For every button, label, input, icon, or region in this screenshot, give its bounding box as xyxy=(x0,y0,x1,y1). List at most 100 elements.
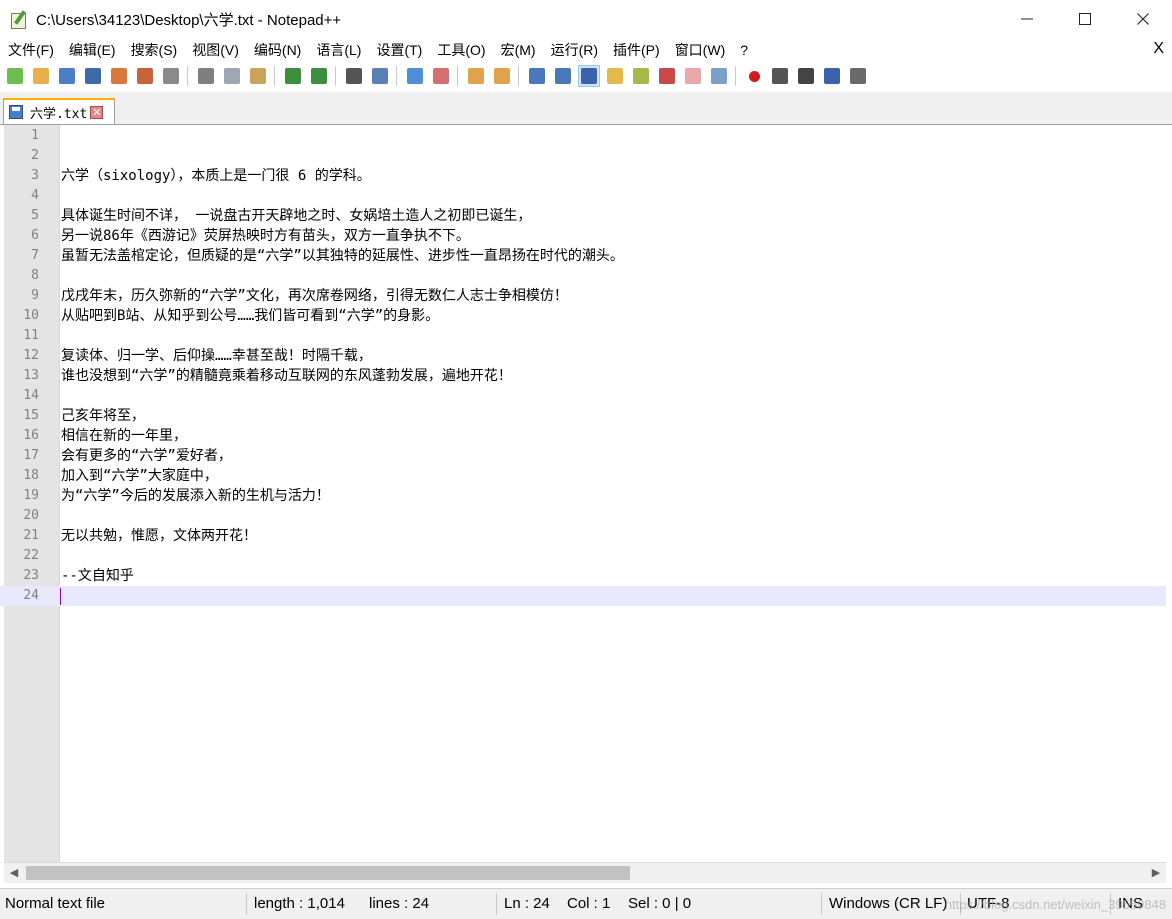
editor-line[interactable]: 9 戊戌年末，历久弥新的“六学”文化，再次席卷网络，引得无数仁人志士争相模仿！ xyxy=(0,286,1166,306)
editor-line[interactable]: 17 会有更多的“六学”爱好者， xyxy=(0,446,1166,466)
menu-language[interactable]: 语言(L) xyxy=(308,40,368,60)
menu-file[interactable]: 文件(F) xyxy=(0,40,61,60)
copy-button[interactable] xyxy=(221,65,243,87)
cut-button[interactable] xyxy=(195,65,217,87)
editor-line[interactable]: 14 xyxy=(0,386,1166,406)
editor-line[interactable]: 7 虽暂无法盖棺定论，但质疑的是“六学”以其独特的延展性、进步性一直昂扬在时代的潮… xyxy=(0,246,1166,266)
new-file-button[interactable] xyxy=(4,65,26,87)
show-all-chars-button[interactable] xyxy=(552,65,574,87)
sync-horizontal-icon xyxy=(494,68,510,84)
menu-run[interactable]: 运行(R) xyxy=(543,40,605,60)
editor-line[interactable]: 10 从贴吧到B站、从知乎到公号……我们皆可看到“六学”的身影。 xyxy=(0,306,1166,326)
editor-line[interactable]: 12 复读体、归一学、后仰操……幸甚至哉！时隔千载， xyxy=(0,346,1166,366)
tab-close-button[interactable]: ✕ xyxy=(90,105,104,119)
menu-search[interactable]: 搜索(S) xyxy=(123,40,185,60)
toolbar-separator xyxy=(274,66,275,86)
user-define-language-button[interactable] xyxy=(604,65,626,87)
toolbar-separator xyxy=(187,66,188,86)
record-macro-button[interactable] xyxy=(743,65,765,87)
maximize-button[interactable] xyxy=(1056,0,1114,38)
find-button[interactable] xyxy=(343,65,365,87)
editor-line[interactable]: 24 xyxy=(0,586,1166,606)
run-macro-multiple-icon xyxy=(824,68,840,84)
menu-help[interactable]: ? xyxy=(732,42,755,58)
document-map-icon xyxy=(633,68,649,84)
replace-button[interactable] xyxy=(369,65,391,87)
editor-line[interactable]: 5 具体诞生时间不详， 一说盘古开天辟地之时、女娲培土造人之初即已诞生， xyxy=(0,206,1166,226)
editor-area[interactable]: 1 2 3 六学（sixology），本质上是一门很 6 的学科。 4 5 具体诞生时间不详… xyxy=(0,125,1172,862)
paste-button[interactable] xyxy=(247,65,269,87)
scroll-right-icon[interactable]: ▶ xyxy=(1148,866,1164,880)
function-list-icon xyxy=(659,68,675,84)
save-macro-button[interactable] xyxy=(847,65,869,87)
sync-vertical-button[interactable] xyxy=(465,65,487,87)
editor-line[interactable]: 3 六学（sixology），本质上是一门很 6 的学科。 xyxy=(0,166,1166,186)
save-button[interactable] xyxy=(56,65,78,87)
print-button[interactable] xyxy=(160,65,182,87)
line-number: 22 xyxy=(23,548,39,563)
status-divider xyxy=(496,893,497,915)
sync-horizontal-button[interactable] xyxy=(491,65,513,87)
editor-line[interactable]: 4 xyxy=(0,186,1166,206)
horizontal-scrollbar[interactable]: ◀ ▶ xyxy=(4,862,1166,883)
editor-line[interactable]: 23 --文自知乎 xyxy=(0,566,1166,586)
editor-line[interactable]: 11 xyxy=(0,326,1166,346)
undo-button[interactable] xyxy=(282,65,304,87)
close-file-button[interactable] xyxy=(108,65,130,87)
editor-line[interactable]: 22 xyxy=(0,546,1166,566)
menu-encoding[interactable]: 编码(N) xyxy=(246,40,308,60)
editor-line[interactable]: 8 xyxy=(0,266,1166,286)
close-all-icon xyxy=(137,68,153,84)
line-text: 谁也没想到“六学”的精髓竟乘着移动互联网的东风蓬勃发展，遍地开花！ xyxy=(61,368,512,384)
menu-bar: 文件(F) 编辑(E) 搜索(S) 视图(V) 编码(N) 语言(L) 设置(T… xyxy=(0,38,1172,62)
toolbar-separator xyxy=(335,66,336,86)
word-wrap-button[interactable] xyxy=(526,65,548,87)
editor-line[interactable]: 2 xyxy=(0,146,1166,166)
redo-button[interactable] xyxy=(308,65,330,87)
run-macro-multiple-button[interactable] xyxy=(821,65,843,87)
playback-macro-button[interactable] xyxy=(795,65,817,87)
editor-line[interactable]: 15 己亥年将至， xyxy=(0,406,1166,426)
line-number: 5 xyxy=(31,208,39,223)
folder-as-workspace-button[interactable] xyxy=(682,65,704,87)
editor-line[interactable]: 16 相信在新的一年里， xyxy=(0,426,1166,446)
status-divider xyxy=(821,893,822,915)
monitoring-icon xyxy=(711,68,727,84)
line-text: 会有更多的“六学”爱好者， xyxy=(61,448,232,464)
zoom-in-button[interactable] xyxy=(404,65,426,87)
stop-recording-button[interactable] xyxy=(769,65,791,87)
editor-line[interactable]: 21 无以共勉，惟愿，文体两开花！ xyxy=(0,526,1166,546)
toolbar-separator xyxy=(518,66,519,86)
monitoring-button[interactable] xyxy=(708,65,730,87)
line-number: 18 xyxy=(23,468,39,483)
menu-edit[interactable]: 编辑(E) xyxy=(61,40,123,60)
menu-window[interactable]: 窗口(W) xyxy=(667,40,733,60)
line-number: 2 xyxy=(31,148,39,163)
close-all-button[interactable] xyxy=(134,65,156,87)
editor-line[interactable]: 13 谁也没想到“六学”的精髓竟乘着移动互联网的东风蓬勃发展，遍地开花！ xyxy=(0,366,1166,386)
editor-line[interactable]: 6 另一说86年《西游记》荧屏热映时方有苗头，双方一直争执不下。 xyxy=(0,226,1166,246)
editor-line[interactable]: 1 xyxy=(0,126,1166,146)
zoom-out-button[interactable] xyxy=(430,65,452,87)
function-list-button[interactable] xyxy=(656,65,678,87)
menu-plugins[interactable]: 插件(P) xyxy=(605,40,667,60)
playback-macro-icon xyxy=(798,68,814,84)
editor-line[interactable]: 18 加入到“六学”大家庭中， xyxy=(0,466,1166,486)
save-all-button[interactable] xyxy=(82,65,104,87)
scrollbar-thumb[interactable] xyxy=(26,866,630,880)
line-text: 从贴吧到B站、从知乎到公号……我们皆可看到“六学”的身影。 xyxy=(61,308,440,324)
indent-guide-button[interactable] xyxy=(578,65,600,87)
editor-line[interactable]: 20 xyxy=(0,506,1166,526)
menu-macro[interactable]: 宏(M) xyxy=(493,40,543,60)
editor-line[interactable]: 19 为“六学”今后的发展添入新的生机与活力！ xyxy=(0,486,1166,506)
menu-tools[interactable]: 工具(O) xyxy=(429,40,492,60)
document-map-button[interactable] xyxy=(630,65,652,87)
menu-settings[interactable]: 设置(T) xyxy=(368,40,429,60)
menu-view[interactable]: 视图(V) xyxy=(184,40,246,60)
close-window-button[interactable] xyxy=(1114,0,1172,38)
open-file-button[interactable] xyxy=(30,65,52,87)
scroll-left-icon[interactable]: ◀ xyxy=(6,866,22,880)
close-document-button[interactable]: X xyxy=(1153,40,1164,58)
minimize-button[interactable] xyxy=(998,0,1056,38)
tab-liuxue-txt[interactable]: 六学.txt ✕ xyxy=(3,98,115,124)
